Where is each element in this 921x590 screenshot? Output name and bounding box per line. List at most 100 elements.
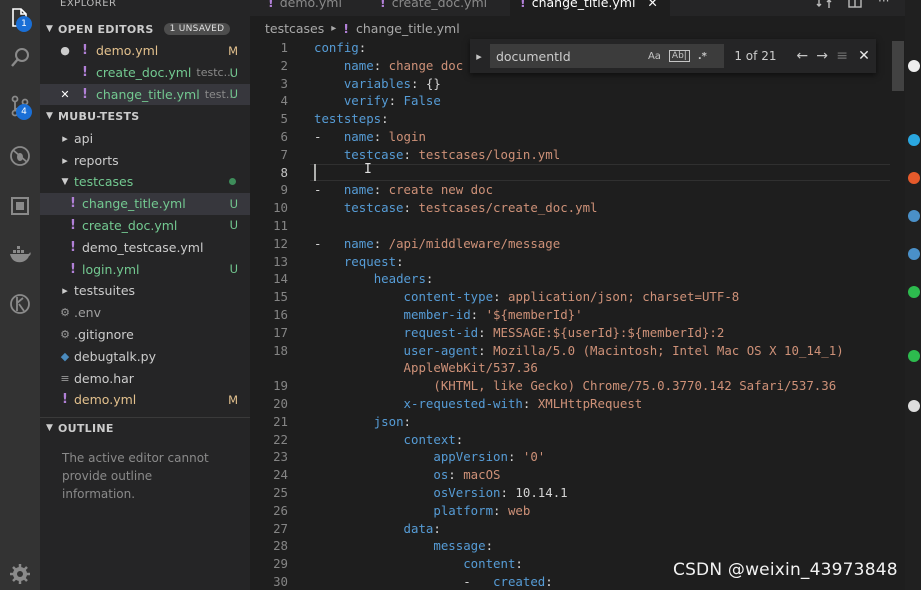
whole-word-toggle[interactable]: Ab| xyxy=(668,50,690,62)
compare-icon[interactable] xyxy=(816,0,832,10)
code-line[interactable]: 24 os: macOS xyxy=(250,466,890,484)
file-env[interactable]: ⚙ .env xyxy=(40,302,250,324)
regex-toggle[interactable]: .* xyxy=(698,51,707,62)
code-text: - created: xyxy=(314,573,553,590)
code-token: - xyxy=(314,129,344,144)
match-case-toggle[interactable]: Aa xyxy=(648,51,661,62)
split-editor-icon[interactable] xyxy=(848,0,862,8)
find-input[interactable] xyxy=(489,48,640,64)
close-icon[interactable]: ✕ xyxy=(647,0,657,10)
gitlens-button[interactable] xyxy=(0,286,40,322)
line-number: 10 xyxy=(273,200,288,216)
file-demo-yml[interactable]: ! demo.yml M xyxy=(40,389,250,411)
code-line[interactable]: 23 appVersion: '0' xyxy=(250,448,890,466)
code-line[interactable]: 7 testcase: testcases/login.yml xyxy=(250,146,890,164)
close-icon[interactable]: ✕ xyxy=(58,88,72,101)
code-line[interactable]: 26 platform: web xyxy=(250,502,890,520)
code-line[interactable]: 25 osVersion: 10.14.1 xyxy=(250,484,890,502)
debug-button[interactable] xyxy=(0,138,40,174)
file-create-doc[interactable]: ! create_doc.yml U xyxy=(40,215,250,237)
open-editor-demo[interactable]: ● ! demo.yml M xyxy=(40,40,250,62)
code-line[interactable]: AppleWebKit/537.36 xyxy=(250,359,890,377)
code-line[interactable]: 20 x-requested-with: XMLHttpRequest xyxy=(250,395,890,413)
extensions-button[interactable] xyxy=(0,188,40,224)
tree-item-label: create_doc.yml xyxy=(82,217,178,233)
code-line[interactable]: 12 - name: /api/middleware/message xyxy=(250,235,890,253)
tree-item-label: .env xyxy=(74,305,101,321)
file-gitignore[interactable]: ⚙ .gitignore xyxy=(40,324,250,346)
code-line[interactable]: 6 - name: login xyxy=(250,128,890,146)
watermark: CSDN @weixin_43973848 xyxy=(673,560,898,580)
folder-api[interactable]: ▸ api xyxy=(40,127,250,149)
code-line[interactable]: 4 verify: False xyxy=(250,92,890,110)
code-token: /api/middleware/message xyxy=(388,235,561,251)
code-line[interactable]: 28 message: xyxy=(250,537,890,555)
code-line[interactable]: 17 request-id: MESSAGE:${userId}:${membe… xyxy=(250,324,890,342)
workspace-header[interactable]: ▼ MUBU-TESTS xyxy=(40,105,250,127)
file-demo-har[interactable]: ≡ demo.har xyxy=(40,367,250,389)
yaml-file-icon: ! xyxy=(70,261,76,277)
explorer-button[interactable]: 1 xyxy=(0,0,40,36)
close-find-icon[interactable]: ✕ xyxy=(852,48,876,64)
open-editors-header[interactable]: ▼ OPEN EDITORS 1 UNSAVED xyxy=(40,18,250,40)
code-line[interactable]: 9 - name: create new doc xyxy=(250,181,890,199)
code-line[interactable]: 18 user-agent: Mozilla/5.0 (Macintosh; I… xyxy=(250,342,890,360)
code-line[interactable]: 13 request: xyxy=(250,253,890,271)
code-line[interactable]: 11 xyxy=(250,217,890,235)
code-token: MESSAGE:${userId}:${memberId}:2 xyxy=(493,324,725,340)
toggle-replace-icon[interactable]: ▸ xyxy=(470,50,488,63)
code-line[interactable]: 10 testcase: testcases/create_doc.yml xyxy=(250,199,890,217)
code-token: : xyxy=(493,289,508,305)
more-actions-icon[interactable]: ··· xyxy=(878,0,889,8)
search-button[interactable] xyxy=(0,40,40,76)
tab-create-doc[interactable]: ! create_doc.yml xyxy=(380,0,487,16)
code-text: - name: /api/middleware/message xyxy=(314,235,560,253)
code-text: request-id: MESSAGE:${userId}:${memberId… xyxy=(314,324,725,342)
code-text: content: xyxy=(314,555,523,573)
code-editor[interactable]: I 1 config: 2 name: change doc t3 variable… xyxy=(250,39,890,590)
code-token: created xyxy=(493,574,546,589)
unsaved-dot-icon[interactable]: ● xyxy=(58,44,72,57)
breadcrumb-file[interactable]: change_title.yml xyxy=(356,21,460,36)
code-text: config: xyxy=(314,39,366,57)
find-in-selection-icon[interactable]: ≡ xyxy=(832,48,852,64)
folder-testcases[interactable]: ▼ testcases xyxy=(40,171,250,193)
code-line[interactable]: 21 json: xyxy=(250,413,890,431)
code-line[interactable]: 27 data: xyxy=(250,520,890,538)
folder-reports[interactable]: ▸ reports xyxy=(40,149,250,171)
gear-icon[interactable] xyxy=(6,562,34,586)
tab-demo[interactable]: ! demo.yml xyxy=(268,0,342,16)
folder-testsuites[interactable]: ▸ testsuites xyxy=(40,280,250,302)
code-line[interactable]: 3 variables: {} xyxy=(250,75,890,93)
file-debugtalk[interactable]: ◆ debugtalk.py xyxy=(40,345,250,367)
code-text: name: change doc t xyxy=(314,57,478,75)
line-number: 22 xyxy=(273,431,288,447)
code-line[interactable]: 19 (KHTML, like Gecko) Chrome/75.0.3770.… xyxy=(250,377,890,395)
code-line[interactable]: 8 xyxy=(250,164,890,182)
file-demo-testcase[interactable]: ! demo_testcase.yml xyxy=(40,236,250,258)
file-login[interactable]: ! login.yml U xyxy=(40,258,250,280)
tab-change-title[interactable]: ! change_title.yml ✕ xyxy=(510,0,670,16)
outline-header[interactable]: ▼ OUTLINE xyxy=(40,416,250,439)
code-text: user-agent: Mozilla/5.0 (Macintosh; Inte… xyxy=(314,342,844,360)
code-line[interactable]: 14 headers: xyxy=(250,270,890,288)
scrollbar-thumb[interactable] xyxy=(892,41,904,91)
code-token: headers xyxy=(373,271,426,287)
code-line[interactable]: 16 member-id: '${memberId}' xyxy=(250,306,890,324)
next-match-arrow-icon[interactable]: → xyxy=(812,48,832,64)
code-line[interactable]: 5 teststeps: xyxy=(250,110,890,128)
code-line[interactable]: 22 context: xyxy=(250,431,890,449)
open-editor-path: testc... xyxy=(196,66,235,80)
breadcrumb-folder[interactable]: testcases xyxy=(265,21,324,36)
editor-scrollbar[interactable] xyxy=(890,39,904,590)
open-editor-create-doc[interactable]: ! create_doc.yml testc... U xyxy=(40,62,250,84)
code-line[interactable]: 15 content-type: application/json; chars… xyxy=(250,288,890,306)
docker-button[interactable] xyxy=(0,236,40,272)
previous-match-arrow-icon[interactable]: ← xyxy=(792,48,812,64)
code-token: variables xyxy=(343,75,411,91)
source-control-button[interactable]: 4 xyxy=(0,88,40,124)
open-editor-change-title[interactable]: ✕ ! change_title.yml test... U xyxy=(40,83,250,106)
file-change-title[interactable]: ! change_title.yml U xyxy=(40,192,250,215)
